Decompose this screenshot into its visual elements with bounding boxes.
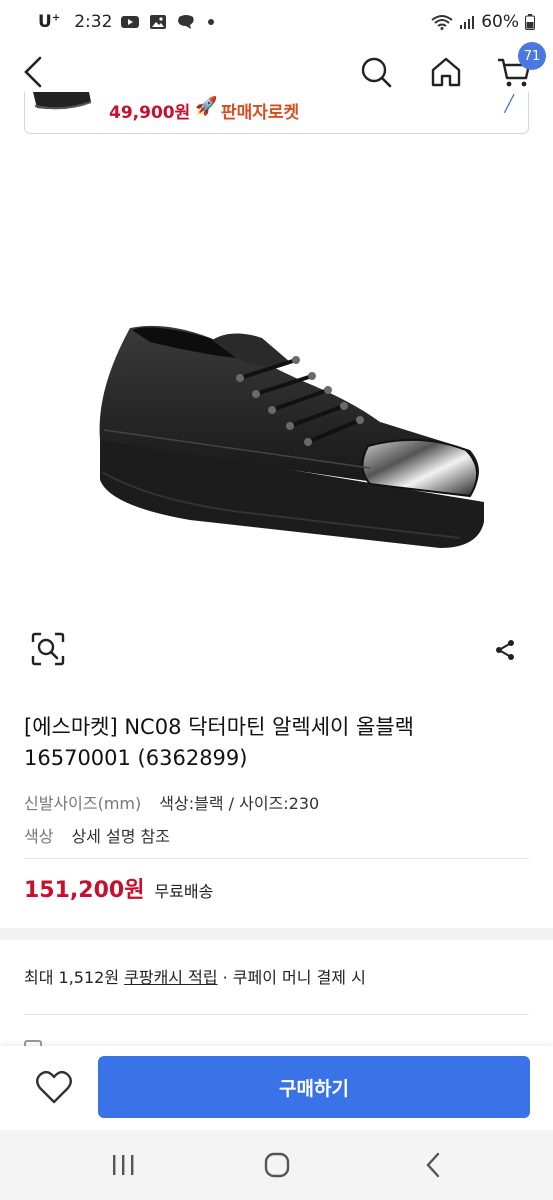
image-zoom-button[interactable] xyxy=(30,631,66,667)
signal-icon xyxy=(460,16,475,29)
product-title: [에스마켓] NC08 닥터마틴 알렉세이 올블랙 16570001 (6362… xyxy=(24,712,529,774)
wifi-icon xyxy=(431,15,453,30)
wishlist-button[interactable] xyxy=(34,1068,74,1108)
system-back-icon xyxy=(426,1152,440,1178)
related-product-thumbnail xyxy=(33,92,92,110)
color-option-row[interactable]: 색상 상세 설명 참조 xyxy=(24,823,170,847)
color-option-value: 상세 설명 참조 xyxy=(71,827,170,846)
related-product-price: 49,900원 xyxy=(109,103,191,123)
back-button[interactable] xyxy=(12,50,56,94)
cash-reward-prefix: 최대 1,512원 xyxy=(24,968,125,987)
product-price: 151,200원 xyxy=(24,878,145,903)
cart-count-badge: 71 xyxy=(518,42,546,70)
zoom-search-icon xyxy=(31,632,65,666)
system-home-button[interactable] xyxy=(262,1150,292,1180)
heart-icon xyxy=(36,1070,72,1104)
status-right: 60% xyxy=(431,12,535,32)
size-option-row[interactable]: 신발사이즈(mm) 색상:블랙 / 사이즈:230 xyxy=(24,790,319,814)
cash-reward-row: 최대 1,512원 쿠팡캐시 적립 · 쿠페이 머니 결제 시 xyxy=(24,964,366,988)
bottom-action-bar: 구매하기 xyxy=(0,1046,553,1130)
divider xyxy=(24,1014,529,1015)
size-option-value: 색상:블랙 / 사이즈:230 xyxy=(159,794,320,813)
search-button[interactable] xyxy=(354,50,398,94)
related-product-card[interactable]: 49,900원 🚀 판매자로켓 ╱ xyxy=(24,92,529,134)
edit-icon: ╱ xyxy=(504,94,514,113)
notification-dot xyxy=(208,19,215,25)
section-gap xyxy=(0,928,553,940)
chat-icon xyxy=(178,15,194,29)
cash-reward-suffix: · 쿠페이 머니 결제 시 xyxy=(217,968,366,987)
buy-button[interactable]: 구매하기 xyxy=(98,1056,530,1118)
share-button[interactable] xyxy=(493,638,517,662)
recent-apps-button[interactable] xyxy=(108,1150,138,1180)
size-option-key: 신발사이즈(mm) xyxy=(24,794,142,813)
youtube-icon xyxy=(121,16,140,28)
seller-rocket-badge: 판매자로켓 xyxy=(221,103,300,123)
recent-apps-icon xyxy=(113,1155,134,1175)
battery-icon xyxy=(525,14,535,30)
share-icon xyxy=(496,640,514,660)
status-time: 2:32 xyxy=(74,12,113,32)
divider xyxy=(24,858,529,859)
gallery-icon xyxy=(150,15,167,29)
color-option-key: 색상 xyxy=(24,827,54,846)
system-back-button[interactable] xyxy=(418,1150,448,1180)
battery-percent: 60% xyxy=(481,12,519,32)
carrier-label: U+ xyxy=(38,12,61,32)
status-bar: U+ 2:32 60% xyxy=(0,0,553,44)
chevron-left-icon xyxy=(24,56,42,88)
home-button[interactable] xyxy=(424,50,468,94)
status-left: U+ 2:32 xyxy=(38,12,215,32)
product-title-line2: 16570001 (6362899) xyxy=(24,746,248,770)
system-home-icon xyxy=(264,1152,290,1178)
price-row: 151,200원 무료배송 xyxy=(24,872,213,904)
product-title-line1: [에스마켓] NC08 닥터마틴 알렉세이 올블랙 xyxy=(24,715,414,739)
coupang-cash-link[interactable]: 쿠팡캐시 적립 xyxy=(124,968,217,987)
search-icon xyxy=(361,57,392,88)
system-nav-bar xyxy=(0,1130,553,1200)
home-icon xyxy=(431,57,461,87)
rocket-icon: 🚀 xyxy=(195,96,218,117)
product-image[interactable] xyxy=(0,150,553,620)
shipping-label: 무료배송 xyxy=(154,882,214,901)
cart-button[interactable]: 71 xyxy=(492,42,546,94)
